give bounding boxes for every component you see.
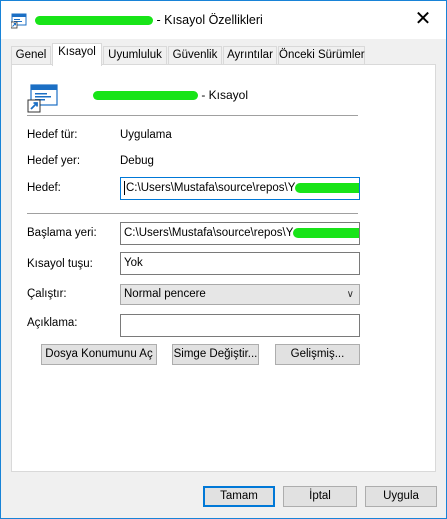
window-title-suffix: - Kısayol Özellikleri (156, 13, 263, 27)
tab-general[interactable]: Genel (11, 46, 51, 65)
properties-window: - Kısayol Özellikleri ✕ Genel Kısayol Uy… (0, 0, 447, 519)
target-type-value: Uygulama (120, 129, 172, 141)
shortcut-key-label: Kısayol tuşu: (27, 258, 93, 270)
text-caret (124, 180, 125, 195)
shortcut-name: - Kısayol (93, 88, 248, 102)
comment-label: Açıklama: (27, 317, 78, 329)
comment-field[interactable] (120, 314, 360, 337)
redacted-text (293, 227, 359, 238)
shortcut-tab-panel: - Kısayol Hedef tür: Uygulama Hedef yer:… (11, 64, 436, 472)
target-field[interactable]: C:\Users\Mustafa\source\repos\Y (120, 177, 360, 200)
run-label: Çalıştır: (27, 288, 67, 300)
close-icon[interactable]: ✕ (410, 9, 436, 31)
tab-shortcut[interactable]: Kısayol (52, 43, 102, 66)
shortcut-app-icon (27, 84, 58, 113)
tab-previous-versions[interactable]: Önceki Sürümler (278, 46, 365, 65)
redacted-text (93, 91, 198, 101)
ok-button[interactable]: Tamam (203, 486, 275, 507)
target-location-value: Debug (120, 155, 154, 167)
advanced-button[interactable]: Gelişmiş... (275, 344, 360, 365)
target-type-label: Hedef tür: (27, 129, 78, 141)
divider (27, 115, 358, 116)
apply-button[interactable]: Uygula (365, 486, 437, 507)
start-in-field-value: C:\Users\Mustafa\source\repos\Y (124, 227, 294, 239)
target-location-label: Hedef yer: (27, 155, 81, 167)
redacted-text (295, 182, 359, 193)
tab-details[interactable]: Ayrıntılar (223, 46, 277, 65)
divider (27, 213, 358, 214)
shortcut-app-icon (11, 13, 27, 29)
shortcut-name-suffix: - Kısayol (201, 88, 249, 102)
start-in-field[interactable]: C:\Users\Mustafa\source\repos\Y (120, 222, 360, 245)
window-title: - Kısayol Özellikleri (35, 13, 263, 27)
shortcut-key-value: Yok (124, 257, 143, 269)
target-field-value: C:\Users\Mustafa\source\repos\Y (126, 182, 296, 194)
start-in-label: Başlama yeri: (27, 227, 97, 239)
shortcut-key-field[interactable]: Yok (120, 252, 360, 275)
chevron-down-icon: ∨ (346, 289, 354, 300)
open-file-location-button[interactable]: Dosya Konumunu Aç (41, 344, 157, 365)
run-select-value: Normal pencere (124, 288, 206, 300)
title-bar[interactable]: - Kısayol Özellikleri ✕ (1, 1, 446, 39)
tab-compatibility[interactable]: Uyumluluk (103, 46, 167, 65)
run-select[interactable]: Normal pencere ∨ (120, 284, 360, 305)
change-icon-button[interactable]: Simge Değiştir... (172, 344, 259, 365)
target-label: Hedef: (27, 182, 61, 194)
cancel-button[interactable]: İptal (283, 486, 357, 507)
tab-security[interactable]: Güvenlik (168, 46, 222, 65)
redacted-text (35, 16, 153, 26)
